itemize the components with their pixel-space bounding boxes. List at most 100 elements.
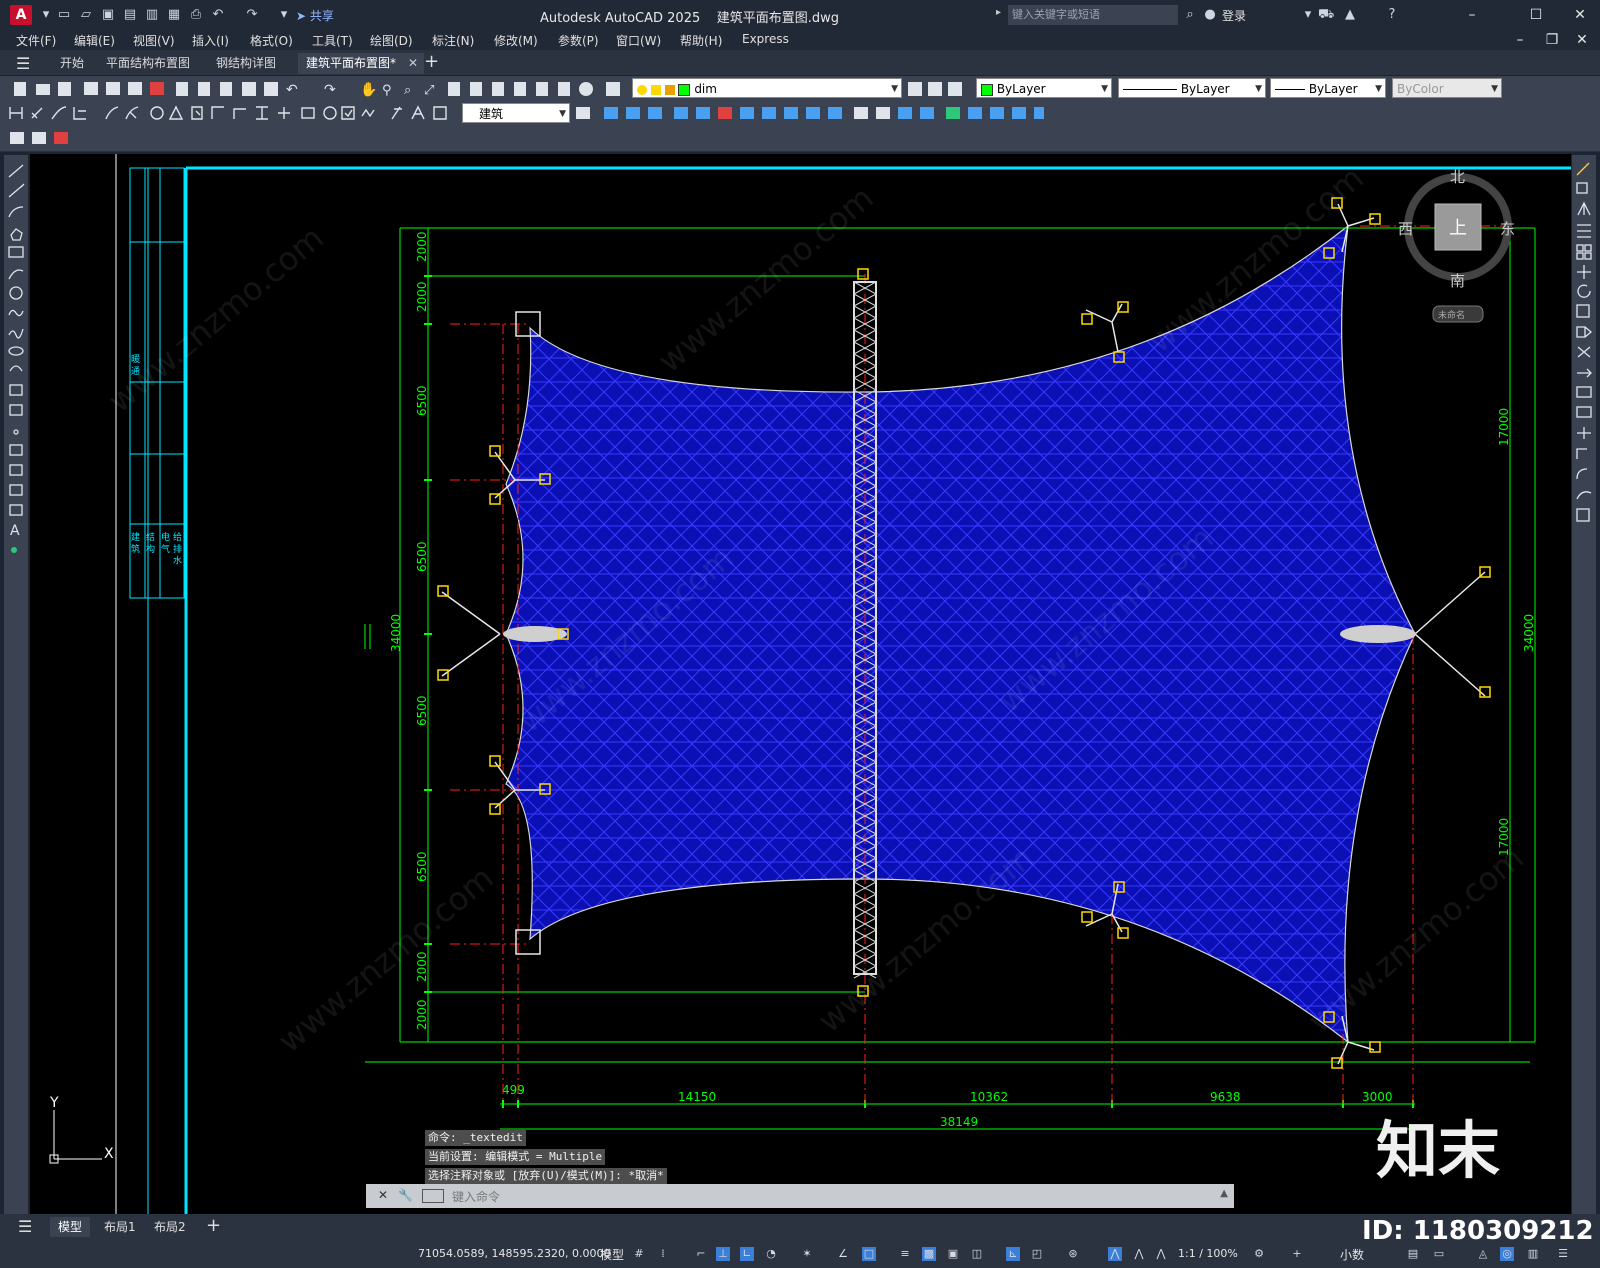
drawing-canvas[interactable]: 暖 通 建 筑 结 构 电 气 给 排 水 2000 2000 6500 650… <box>30 154 1571 1216</box>
menu-express[interactable]: Express <box>742 32 789 46</box>
command-input[interactable]: ✕ 🔧 键入命令 ▲ <box>366 1184 1234 1208</box>
annotation-visibility-icon[interactable]: ⋀ <box>1108 1247 1122 1261</box>
menu-insert[interactable]: 插入(I) <box>192 32 229 49</box>
auto-scale-icon[interactable]: ⋀ <box>1132 1247 1146 1261</box>
layer-freeze-icon[interactable] <box>650 84 661 95</box>
object-snap-tracking-icon[interactable]: ∠ <box>836 1247 850 1261</box>
menu-modify[interactable]: 修改(M) <box>494 32 538 49</box>
tab-layout2[interactable]: 布局2 <box>146 1217 194 1237</box>
quick-properties-icon[interactable]: ▤ <box>1406 1247 1420 1261</box>
selection-filter-icon[interactable]: ◰ <box>1030 1247 1044 1261</box>
menu-view[interactable]: 视图(V) <box>133 32 175 49</box>
undo-icon[interactable]: ↶ <box>210 7 226 23</box>
doc-restore-button[interactable]: ❐ <box>1542 30 1562 50</box>
lock-ui-icon[interactable]: ▭ <box>1432 1247 1446 1261</box>
open-file-icon[interactable]: ▱ <box>78 7 94 23</box>
color-dropdown[interactable]: ByLayer ▼ <box>976 78 1112 98</box>
login-button[interactable]: 登录 <box>1222 7 1246 24</box>
layer-dropdown[interactable]: dim ▼ <box>632 78 902 98</box>
open-web-icon[interactable]: ▥ <box>144 7 160 23</box>
viewcube[interactable]: 上 北 南 东 西 未命名 <box>1398 168 1515 323</box>
annotation-scale[interactable]: 1:1 / 100% <box>1178 1247 1238 1260</box>
redo-icon[interactable]: ↷ <box>244 7 260 23</box>
doc-minimize-button[interactable]: – <box>1510 30 1530 50</box>
search-input[interactable]: 键入关键字或短语 <box>1008 5 1178 25</box>
dynamic-ucs-icon[interactable]: ⊾ <box>1006 1247 1020 1261</box>
isodraft-icon[interactable]: ✶ <box>800 1247 814 1261</box>
grid-icon[interactable]: # <box>632 1247 646 1261</box>
new-file-icon[interactable]: ▭ <box>56 7 72 23</box>
lineweight-dropdown[interactable]: ByLayer ▼ <box>1270 78 1386 98</box>
hardware-accel-icon[interactable]: ◎ <box>1500 1247 1514 1261</box>
modify-tool-icons-right[interactable] <box>1572 155 1596 535</box>
plotstyle-dropdown[interactable]: ByColor ▼ <box>1392 78 1502 98</box>
autodesk-icon[interactable]: ▲ <box>1342 7 1358 23</box>
minimize-button[interactable]: – <box>1462 5 1482 25</box>
search-icon[interactable]: ⌕ <box>1182 7 1198 23</box>
layer-on-icon[interactable] <box>637 84 647 95</box>
share-button[interactable]: ➤ 共享 <box>296 7 334 24</box>
3d-osnap-icon[interactable]: ◫ <box>970 1247 984 1261</box>
wrench-icon[interactable]: 🔧 <box>398 1188 413 1202</box>
tab-start[interactable]: 开始 <box>52 53 92 74</box>
hamburger-menu-icon[interactable]: ☰ <box>16 54 30 73</box>
modify-tool-icons[interactable] <box>576 104 1046 122</box>
menu-tools[interactable]: 工具(T) <box>312 32 353 49</box>
clean-screen-icon[interactable]: ▥ <box>1526 1247 1540 1261</box>
maximize-button[interactable]: ☐ <box>1526 5 1546 25</box>
object-snap-icon[interactable]: □ <box>862 1247 876 1261</box>
menu-window[interactable]: 窗口(W) <box>616 32 661 49</box>
standard-toolbar-icons[interactable]: ↶ ↷ ✋ ⚲ ⌕ ⤢ <box>8 80 648 98</box>
model-space-button[interactable]: 模型 <box>600 1246 624 1263</box>
menu-parametric[interactable]: 参数(P) <box>558 32 599 49</box>
tab-model[interactable]: 模型 <box>50 1217 91 1237</box>
menu-help[interactable]: 帮助(H) <box>680 32 722 49</box>
membrane-surface[interactable] <box>30 214 1571 1054</box>
draw-tool-icons[interactable]: A <box>4 155 28 595</box>
cart-icon[interactable]: ⛟ <box>1318 7 1334 23</box>
save-icon[interactable]: ▣ <box>100 7 116 23</box>
units-display[interactable]: 小数 <box>1340 1246 1364 1263</box>
annotation-scale-icon[interactable]: ⋀ <box>1154 1247 1168 1261</box>
tab-layout1[interactable]: 布局1 <box>96 1217 144 1237</box>
coordinates-readout[interactable]: 71054.0589, 148595.2320, 0.0000 <box>418 1247 610 1260</box>
customize-icon[interactable]: ▾ <box>276 7 292 23</box>
tab-steel-detail[interactable]: 钢结构详图 <box>208 53 284 74</box>
menu-file[interactable]: 文件(F) <box>16 32 56 49</box>
selection-cycling-icon[interactable]: ▣ <box>946 1247 960 1261</box>
save-as-icon[interactable]: ▤ <box>122 7 138 23</box>
extra-tool-icons[interactable] <box>8 130 78 146</box>
menu-format[interactable]: 格式(O) <box>250 32 293 49</box>
dimstyle-dropdown[interactable]: 建筑 ▼ <box>462 103 570 123</box>
lineweight-icon[interactable]: ≡ <box>898 1247 912 1261</box>
ortho-icon[interactable]: ∟ <box>740 1247 754 1261</box>
doc-close-button[interactable]: ✕ <box>1572 30 1592 50</box>
dropdown-icon[interactable]: ▾ <box>1300 7 1316 23</box>
save-web-icon[interactable]: ▦ <box>166 7 182 23</box>
menu-edit[interactable]: 编辑(E) <box>74 32 115 49</box>
snap-icon[interactable]: ⁞ <box>656 1247 670 1261</box>
autocad-logo[interactable]: A <box>10 5 32 25</box>
tab-architecture-plan[interactable]: 建筑平面布置图* ✕ <box>298 53 424 74</box>
annotation-monitor-icon[interactable]: + <box>1290 1247 1304 1261</box>
command-prompt-icon[interactable] <box>422 1189 444 1203</box>
close-tab-icon[interactable]: ✕ <box>408 53 418 74</box>
new-tab-button[interactable]: + <box>424 51 439 72</box>
dimension-tool-icons[interactable] <box>6 104 456 122</box>
close-button[interactable]: ✕ <box>1570 5 1590 25</box>
menu-draw[interactable]: 绘图(D) <box>370 32 413 49</box>
drawing-svg[interactable]: 暖 通 建 筑 结 构 电 气 给 排 水 2000 2000 6500 650… <box>30 154 1571 1216</box>
customize-menu-icon[interactable]: ☰ <box>1556 1247 1570 1261</box>
gizmo-icon[interactable]: ⊛ <box>1066 1247 1080 1261</box>
layouts-menu-icon[interactable]: ☰ <box>18 1217 32 1236</box>
layer-tools-icons[interactable] <box>906 80 968 98</box>
isolate-objects-icon[interactable]: ◬ <box>1476 1247 1490 1261</box>
infer-icon[interactable]: ⌐ <box>694 1247 708 1261</box>
linetype-dropdown[interactable]: ByLayer ▼ <box>1118 78 1266 98</box>
layer-lock-icon[interactable] <box>664 84 675 95</box>
dynamic-input-icon[interactable]: ⊥ <box>716 1247 730 1261</box>
help-icon[interactable]: ? <box>1384 7 1400 23</box>
user-icon[interactable]: ● <box>1202 7 1218 23</box>
plot-icon[interactable]: ⎙ <box>188 7 204 23</box>
chevron-up-icon[interactable]: ▲ <box>1220 1188 1228 1199</box>
